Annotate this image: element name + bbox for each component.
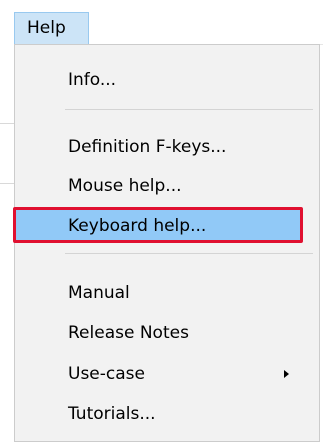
menu-item-definition-f-keys[interactable]: Definition F-keys... (15, 131, 319, 163)
window-edge-line (0, 183, 14, 184)
chevron-right-icon (284, 370, 289, 378)
menu-item-keyboard-help[interactable]: Keyboard help... (13, 207, 303, 243)
menu-separator (65, 253, 313, 254)
menu-help[interactable]: Help (14, 12, 89, 45)
menu-item-manual[interactable]: Manual (15, 277, 319, 309)
menu-item-tutorials[interactable]: Tutorials... (15, 398, 319, 430)
menu-item-label: Use-case (68, 364, 145, 384)
menu-item-info[interactable]: Info... (15, 64, 319, 96)
menu-separator (65, 109, 313, 110)
window-edge-line (0, 123, 14, 124)
menu-item-release-notes[interactable]: Release Notes (15, 317, 319, 349)
menu-item-use-case[interactable]: Use-case (15, 358, 319, 390)
menu-item-mouse-help[interactable]: Mouse help... (15, 170, 319, 202)
help-dropdown-menu: Info... Definition F-keys... Mouse help.… (13, 44, 320, 442)
